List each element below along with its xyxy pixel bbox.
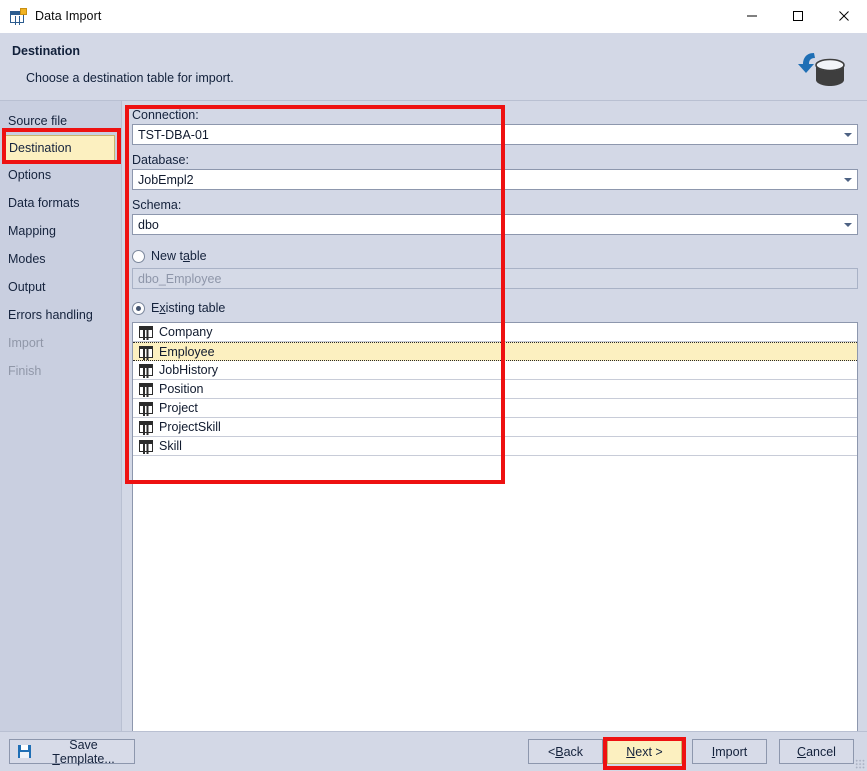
table-row[interactable]: Position — [133, 380, 857, 399]
new-table-label: New table — [151, 249, 207, 263]
data-import-icon — [10, 8, 27, 24]
table-icon — [139, 383, 153, 395]
sidebar-item-import: Import — [8, 336, 44, 350]
table-row-label: Position — [159, 382, 204, 396]
back-button[interactable]: < Back — [528, 739, 603, 764]
table-icon — [139, 345, 153, 358]
sidebar-item-options[interactable]: Options — [0, 161, 121, 189]
destination-panel: Connection: TST-DBA-01 Database: JobEmpl… — [122, 101, 867, 771]
table-row-label: ProjectSkill — [159, 420, 221, 434]
new-table-name-value: dbo_Employee — [138, 271, 222, 286]
table-row[interactable]: JobHistory — [133, 361, 857, 380]
wizard-footer: Save Template... < Back Next > Import Ca… — [0, 731, 867, 771]
chevron-down-icon[interactable] — [839, 222, 857, 227]
table-row-label: JobHistory — [159, 363, 219, 377]
cancel-button[interactable]: Cancel — [779, 739, 854, 764]
title-bar: Data Import — [0, 0, 867, 33]
page-title: Destination — [12, 44, 81, 58]
window-controls — [729, 0, 867, 33]
existing-table-radio[interactable]: Existing table — [132, 301, 225, 315]
table-row-label: Company — [159, 325, 213, 339]
table-row[interactable]: Company — [133, 323, 857, 342]
radio-circle-icon — [132, 301, 145, 315]
table-row[interactable]: Project — [133, 399, 857, 418]
save-template-button[interactable]: Save Template... — [9, 737, 135, 766]
sidebar-item-data-formats[interactable]: Data formats — [0, 189, 121, 217]
database-import-icon — [794, 45, 852, 91]
table-icon — [139, 421, 153, 433]
chevron-down-icon[interactable] — [839, 132, 857, 137]
tables-listbox[interactable]: Company Employee JobHistory Position Pro… — [132, 322, 858, 750]
sidebar-item-output[interactable]: Output — [0, 273, 121, 301]
minimize-icon[interactable] — [729, 0, 775, 33]
wizard-body: Source file Destination Options Data for… — [0, 101, 867, 771]
existing-table-label: Existing table — [151, 301, 226, 315]
sidebar-item-finish: Finish — [8, 364, 42, 378]
window-title: Data Import — [35, 9, 102, 23]
database-combo[interactable]: JobEmpl2 — [132, 169, 858, 190]
table-row[interactable]: Employee — [133, 342, 857, 361]
schema-combo[interactable]: dbo — [132, 214, 858, 235]
radio-circle-icon — [132, 249, 145, 263]
page-subtitle: Choose a destination table for import. — [26, 71, 234, 85]
table-icon — [139, 364, 153, 376]
maximize-icon[interactable] — [775, 0, 821, 33]
table-row[interactable]: ProjectSkill — [133, 418, 857, 437]
resize-grip[interactable] — [855, 759, 865, 769]
new-table-name-input: dbo_Employee — [132, 268, 858, 289]
wizard-sidebar: Source file Destination Options Data for… — [0, 101, 122, 731]
sidebar-item-modes[interactable]: Modes — [0, 245, 121, 273]
schema-label: Schema: — [132, 198, 182, 212]
table-row-label: Employee — [159, 344, 215, 359]
new-table-radio[interactable]: New table — [132, 249, 207, 263]
schema-value: dbo — [138, 217, 159, 232]
database-label: Database: — [132, 153, 189, 167]
table-icon — [139, 402, 153, 414]
next-button[interactable]: Next > — [607, 739, 682, 764]
sidebar-item-errors-handling[interactable]: Errors handling — [0, 301, 121, 329]
data-import-window: Data Import Destination Choose a destina… — [0, 0, 867, 771]
sidebar-item-destination[interactable]: Destination — [4, 135, 115, 161]
connection-value: TST-DBA-01 — [138, 127, 209, 142]
floppy-disk-icon — [18, 745, 31, 758]
chevron-down-icon[interactable] — [839, 177, 857, 182]
table-row-label: Project — [159, 401, 198, 415]
save-template-label: Save Template... — [52, 737, 115, 766]
table-icon — [139, 326, 153, 338]
connection-combo[interactable]: TST-DBA-01 — [132, 124, 858, 145]
connection-label: Connection: — [132, 108, 199, 122]
table-icon — [139, 440, 153, 452]
wizard-header: Destination Choose a destination table f… — [0, 33, 867, 101]
table-row[interactable]: Skill — [133, 437, 857, 456]
database-value: JobEmpl2 — [138, 172, 194, 187]
sidebar-item-source-file[interactable]: Source file — [0, 107, 121, 135]
close-icon[interactable] — [821, 0, 867, 33]
sidebar-item-mapping[interactable]: Mapping — [0, 217, 121, 245]
table-row-label: Skill — [159, 439, 182, 453]
import-button[interactable]: Import — [692, 739, 767, 764]
